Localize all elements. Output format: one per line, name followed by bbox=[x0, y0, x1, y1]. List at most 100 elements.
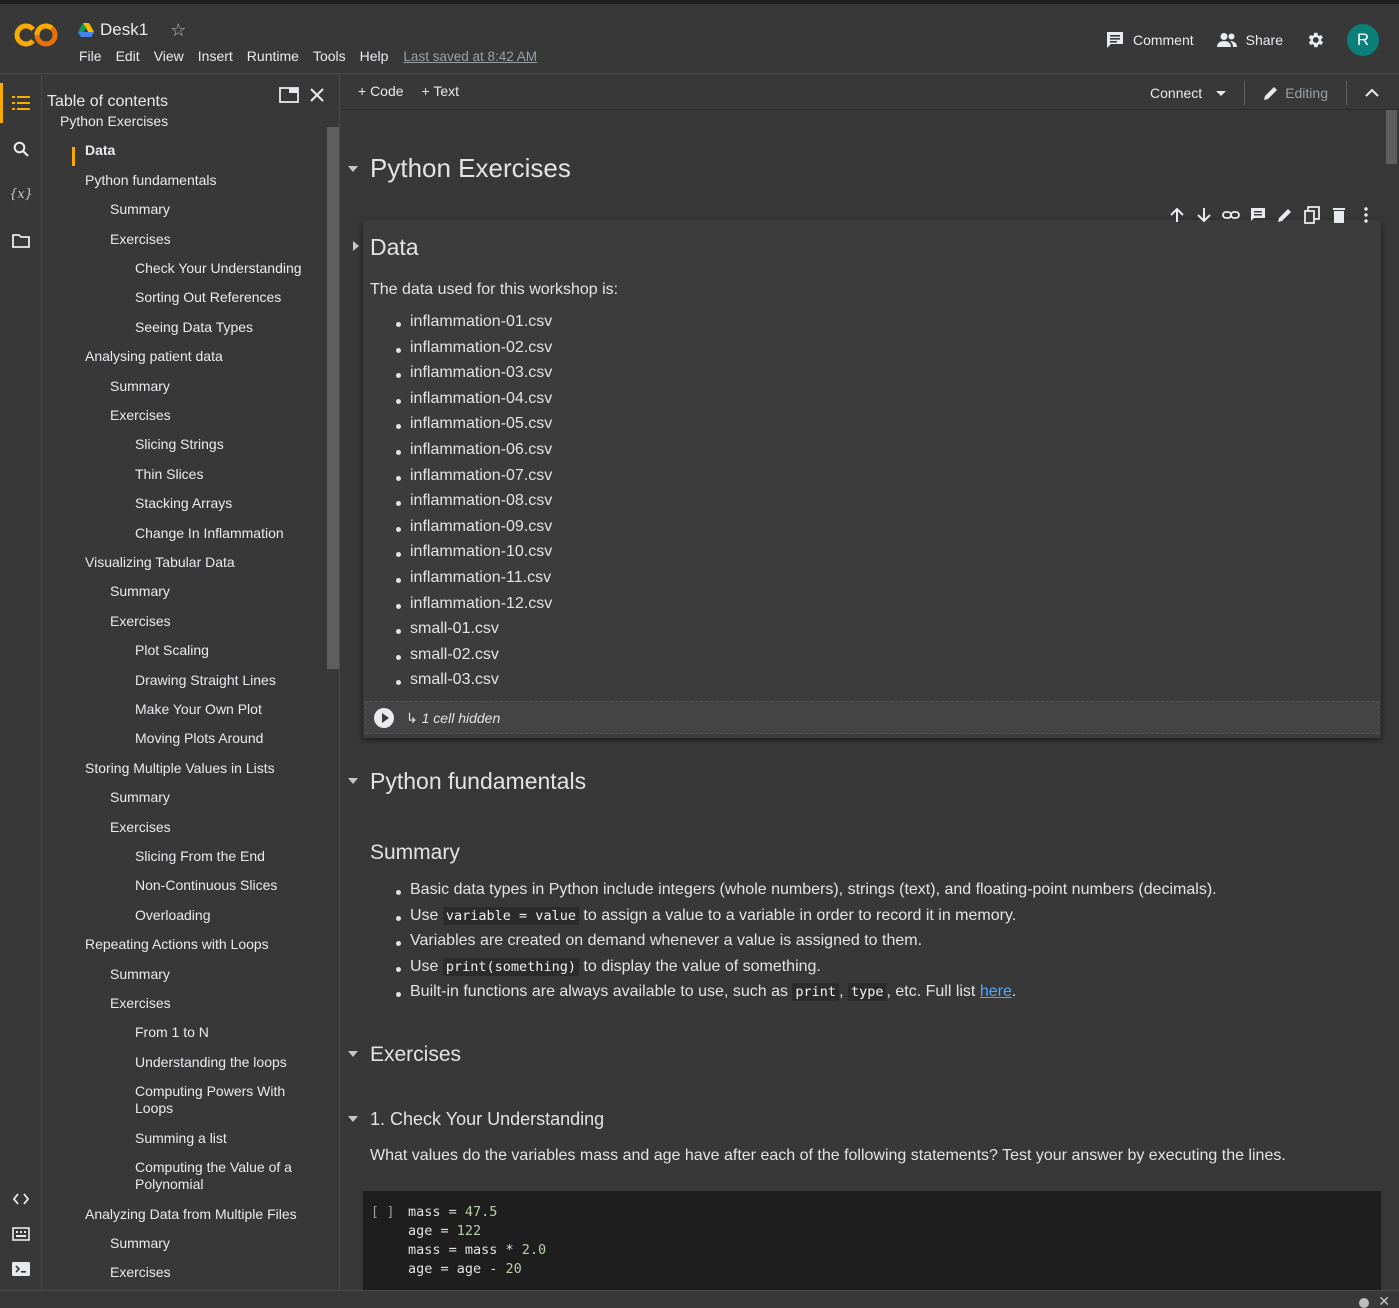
google-drive-icon[interactable] bbox=[78, 23, 94, 37]
toc-item[interactable]: Check Your Understanding bbox=[135, 260, 319, 277]
toc-item[interactable]: Summary bbox=[110, 378, 319, 395]
open-in-tab-icon[interactable] bbox=[279, 87, 299, 103]
chevron-up-icon[interactable] bbox=[1365, 88, 1379, 98]
toc-item[interactable]: Exercises bbox=[110, 613, 319, 630]
toc-item[interactable]: Sorting Out References bbox=[135, 289, 319, 306]
toc-scrollbar[interactable] bbox=[327, 127, 339, 669]
user-avatar[interactable]: R bbox=[1347, 24, 1379, 56]
mirror-cell-icon[interactable] bbox=[1303, 206, 1321, 224]
toc-item[interactable]: Computing the Value of a Polynomial bbox=[135, 1159, 295, 1193]
hidden-cells-label[interactable]: ↳ 1 cell hidden bbox=[406, 710, 500, 727]
hidden-cells-bar[interactable]: ↳ 1 cell hidden bbox=[365, 701, 1379, 734]
toc-item[interactable]: Slicing Strings bbox=[135, 436, 319, 453]
menu-file[interactable]: File bbox=[72, 48, 109, 64]
toc-item[interactable]: Summary bbox=[110, 1235, 319, 1252]
collapse-caret-icon[interactable] bbox=[348, 778, 358, 784]
toc-item[interactable]: From 1 to N bbox=[135, 1024, 319, 1041]
terminal-icon[interactable] bbox=[11, 1259, 31, 1279]
toc-item[interactable]: Thin Slices bbox=[135, 466, 319, 483]
notebook-scrollbar[interactable] bbox=[1386, 110, 1397, 164]
variables-icon[interactable]: {x} bbox=[9, 184, 33, 204]
comment-icon[interactable] bbox=[1249, 206, 1267, 224]
add-code-button[interactable]: + Code bbox=[358, 83, 404, 99]
close-status-icon[interactable]: ✕ bbox=[1378, 1293, 1390, 1308]
toc-item[interactable]: Plot Scaling bbox=[135, 642, 319, 659]
editing-mode-button[interactable]: Editing bbox=[1263, 85, 1328, 101]
toc-item[interactable]: Exercises bbox=[110, 819, 319, 836]
toc-item[interactable]: Non-Continuous Slices bbox=[135, 877, 319, 894]
toc-item[interactable]: Exercises bbox=[110, 995, 319, 1012]
collapse-caret-icon[interactable] bbox=[348, 1116, 358, 1122]
colab-logo-icon[interactable] bbox=[14, 20, 60, 50]
toc-item[interactable]: Seeing Data Types bbox=[135, 319, 319, 336]
close-icon[interactable] bbox=[309, 87, 325, 103]
toc-item[interactable]: Python fundamentals bbox=[85, 172, 319, 189]
side-rail: {x} bbox=[0, 75, 42, 1290]
list-item: inflammation-08.csv bbox=[396, 492, 552, 518]
star-icon[interactable]: ☆ bbox=[170, 20, 186, 41]
toc-item[interactable]: Exercises bbox=[110, 1264, 319, 1281]
notebook-title[interactable]: Desk1 bbox=[100, 20, 148, 40]
toc-item[interactable]: Summary bbox=[110, 583, 319, 600]
menu-view[interactable]: View bbox=[147, 48, 191, 64]
link-icon[interactable] bbox=[1222, 206, 1240, 224]
code-cell[interactable]: [ ] mass = 47.5 age = 122 mass = mass * 2.… bbox=[363, 1191, 1381, 1290]
toc-item[interactable]: Slicing From the End bbox=[135, 848, 319, 865]
toc-item[interactable]: Stacking Arrays bbox=[135, 495, 319, 512]
toc-item[interactable]: Summary bbox=[110, 201, 319, 218]
settings-gear-icon[interactable] bbox=[1305, 30, 1325, 50]
last-saved-link[interactable]: Last saved at 8:42 AM bbox=[403, 49, 537, 64]
collapse-caret-icon[interactable] bbox=[348, 166, 358, 172]
toc-item[interactable]: Moving Plots Around bbox=[135, 730, 319, 747]
menu-tools[interactable]: Tools bbox=[306, 48, 353, 64]
runtime-status-icon[interactable] bbox=[1359, 1298, 1369, 1308]
edit-pencil-icon[interactable] bbox=[1276, 206, 1294, 224]
add-text-button[interactable]: + Text bbox=[422, 83, 460, 99]
toc-item[interactable]: Computing Powers With Loops bbox=[135, 1083, 295, 1117]
command-palette-icon[interactable] bbox=[11, 1224, 31, 1244]
toc-item[interactable]: Analysing patient data bbox=[85, 348, 319, 365]
comment-button[interactable]: Comment bbox=[1105, 31, 1194, 49]
collapse-caret-icon[interactable] bbox=[348, 1051, 358, 1057]
toc-item[interactable]: Summary bbox=[110, 966, 319, 983]
cell-toolbar bbox=[1168, 206, 1375, 224]
more-options-icon[interactable] bbox=[1357, 206, 1375, 224]
toc-item[interactable]: Summary bbox=[110, 789, 319, 806]
toc-item[interactable]: Change In Inflammation bbox=[135, 525, 319, 542]
toc-item[interactable]: Summing a list bbox=[135, 1130, 319, 1147]
summary-list: Basic data types in Python include integ… bbox=[396, 881, 1217, 1009]
toc-item[interactable]: Storing Multiple Values in Lists bbox=[85, 760, 319, 777]
search-icon[interactable] bbox=[11, 139, 31, 159]
move-up-icon[interactable] bbox=[1168, 206, 1186, 224]
toc-item[interactable]: Make Your Own Plot bbox=[135, 701, 319, 718]
folder-icon[interactable] bbox=[11, 231, 31, 251]
people-icon bbox=[1216, 33, 1237, 47]
toc-item[interactable]: Understanding the loops bbox=[135, 1054, 319, 1071]
toc-item[interactable]: Repeating Actions with Loops bbox=[85, 936, 319, 953]
code-editor[interactable]: mass = 47.5 age = 122 mass = mass * 2.0 age… bbox=[408, 1203, 546, 1279]
inline-code: type bbox=[847, 983, 887, 1002]
menu-insert[interactable]: Insert bbox=[191, 48, 240, 64]
move-down-icon[interactable] bbox=[1195, 206, 1213, 224]
code-snippets-icon[interactable] bbox=[11, 1189, 31, 1209]
delete-icon[interactable] bbox=[1330, 206, 1348, 224]
toc-item[interactable]: Analyzing Data from Multiple Files bbox=[85, 1206, 319, 1223]
expand-caret-icon[interactable] bbox=[353, 241, 359, 251]
builtins-link[interactable]: here bbox=[980, 983, 1012, 1000]
share-button[interactable]: Share bbox=[1216, 32, 1283, 48]
cell-run-bracket[interactable]: [ ] bbox=[371, 1205, 394, 1220]
run-cell-button[interactable] bbox=[374, 708, 394, 728]
toc-item[interactable]: Exercises bbox=[110, 407, 319, 424]
toc-item[interactable]: Drawing Straight Lines bbox=[135, 672, 319, 689]
menu-help[interactable]: Help bbox=[353, 48, 396, 64]
notebook-toolbar: + Code + Text Connect Editing bbox=[341, 75, 1399, 110]
toc-item[interactable]: Data bbox=[85, 142, 319, 159]
toc-item[interactable]: Overloading bbox=[135, 907, 319, 924]
menu-runtime[interactable]: Runtime bbox=[240, 48, 306, 64]
menu-edit[interactable]: Edit bbox=[109, 48, 147, 64]
toc-item[interactable]: Visualizing Tabular Data bbox=[85, 554, 319, 571]
connect-button[interactable]: Connect bbox=[1150, 85, 1227, 101]
table-of-contents-icon[interactable] bbox=[11, 93, 31, 113]
toc-item[interactable]: Python Exercises bbox=[60, 113, 319, 130]
toc-item[interactable]: Exercises bbox=[110, 231, 319, 248]
